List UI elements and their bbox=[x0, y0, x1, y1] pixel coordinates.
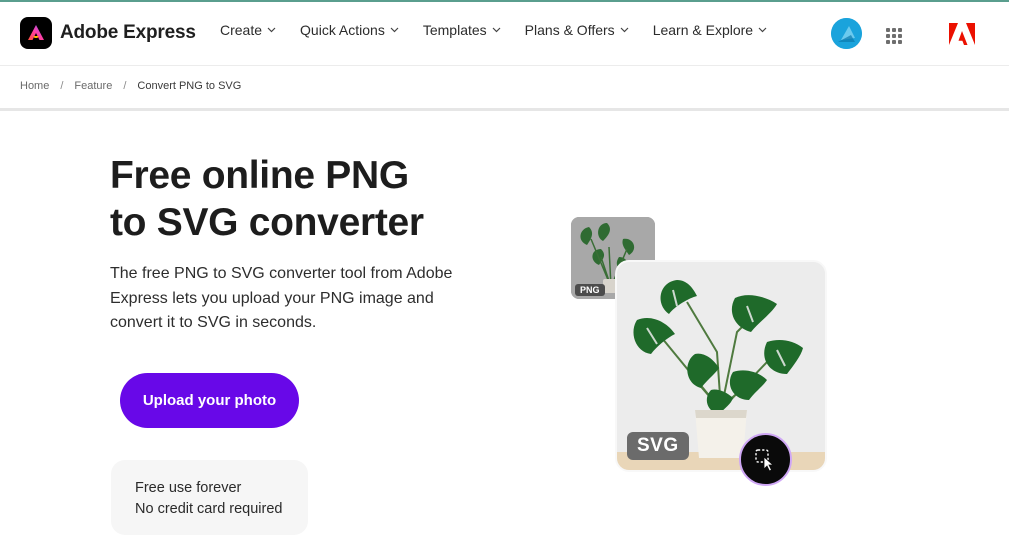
chevron-down-icon bbox=[267, 27, 276, 33]
nav-item-create[interactable]: Create bbox=[220, 22, 276, 38]
user-avatar-icon[interactable] bbox=[831, 18, 862, 49]
nav-item-quick-actions[interactable]: Quick Actions bbox=[300, 22, 399, 38]
nav-item-plans-offers[interactable]: Plans & Offers bbox=[525, 22, 629, 38]
app-grid-icon[interactable] bbox=[886, 28, 902, 44]
brand-logo-link[interactable]: Adobe Express bbox=[20, 17, 196, 49]
nav-item-label: Plans & Offers bbox=[524, 22, 615, 38]
hero-description: The free PNG to SVG converter tool from … bbox=[110, 265, 453, 331]
chevron-down-icon bbox=[620, 27, 629, 33]
nav-item-learn-explore[interactable]: Learn & Explore bbox=[653, 22, 767, 38]
breadcrumb-divider bbox=[0, 108, 1009, 111]
png-label: PNG bbox=[575, 284, 605, 296]
title-line-1: Free online PNG bbox=[110, 154, 409, 197]
free-use-note: Free use forever No credit card required bbox=[111, 460, 308, 535]
breadcrumb-home[interactable]: Home bbox=[20, 80, 49, 92]
nav-item-label: Learn & Explore bbox=[652, 22, 754, 38]
page-title: Free online PNG to SVG converter bbox=[110, 152, 510, 246]
adobe-express-logo-icon bbox=[20, 17, 52, 49]
title-line-2: to SVG converter bbox=[110, 201, 424, 244]
top-navigation: Adobe Express Create Quick Actions Templ… bbox=[0, 2, 1009, 66]
chevron-down-icon bbox=[492, 27, 501, 33]
svg-label: SVG bbox=[627, 432, 689, 460]
nav-item-label: Quick Actions bbox=[300, 22, 385, 38]
chevron-down-icon bbox=[758, 27, 767, 33]
nav-item-templates[interactable]: Templates bbox=[423, 22, 501, 38]
upload-photo-button[interactable]: Upload your photo bbox=[120, 373, 299, 428]
nav-item-label: Templates bbox=[422, 22, 487, 38]
quick-action-button[interactable] bbox=[739, 433, 792, 486]
breadcrumb-current: Convert PNG to SVG bbox=[137, 80, 242, 92]
pointer-click-icon bbox=[754, 448, 774, 472]
nav-item-label: Create bbox=[220, 22, 263, 38]
main-menu: Create Quick Actions Templates Plans & O… bbox=[220, 22, 791, 38]
note-line-free: Free use forever bbox=[135, 480, 242, 496]
note-line-no-card: No credit card required bbox=[135, 501, 283, 517]
breadcrumb: Home / Feature / Convert PNG to SVG bbox=[20, 80, 241, 92]
chevron-down-icon bbox=[390, 27, 399, 33]
breadcrumb-separator: / bbox=[60, 80, 64, 92]
breadcrumb-separator: / bbox=[123, 80, 127, 92]
brand-name: Adobe Express bbox=[60, 22, 196, 43]
adobe-logo-icon[interactable] bbox=[949, 23, 975, 45]
breadcrumb-feature[interactable]: Feature bbox=[74, 80, 112, 92]
